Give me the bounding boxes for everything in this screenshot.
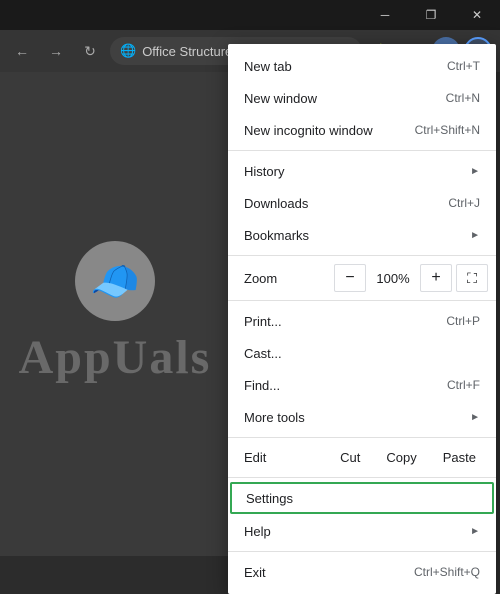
new-incognito-shortcut: Ctrl+Shift+N — [415, 123, 480, 137]
bookmarks-label: Bookmarks — [244, 228, 309, 243]
menu-item-history[interactable]: History ► — [228, 155, 496, 187]
print-shortcut: Ctrl+P — [446, 314, 480, 328]
watermark-logo: 🧢 — [75, 241, 155, 321]
new-window-label: New window — [244, 91, 317, 106]
close-button[interactable]: ✕ — [454, 0, 500, 30]
zoom-row: Zoom − 100% + ⛶ — [228, 260, 496, 296]
menu-item-more-tools[interactable]: More tools ► — [228, 401, 496, 433]
divider-2 — [228, 255, 496, 256]
menu-item-downloads[interactable]: Downloads Ctrl+J — [228, 187, 496, 219]
tab-favicon: 🌐 — [120, 43, 136, 59]
history-label: History — [244, 164, 284, 179]
menu-item-new-incognito[interactable]: New incognito window Ctrl+Shift+N — [228, 114, 496, 146]
refresh-button[interactable]: ↻ — [76, 37, 104, 65]
zoom-minus-button[interactable]: − — [334, 264, 366, 292]
divider-5 — [228, 477, 496, 478]
cut-button[interactable]: Cut — [328, 446, 372, 469]
context-menu: New tab Ctrl+T New window Ctrl+N New inc… — [228, 44, 496, 594]
back-button[interactable]: ← — [8, 37, 36, 65]
downloads-label: Downloads — [244, 196, 308, 211]
cast-label: Cast... — [244, 346, 282, 361]
help-label: Help — [244, 524, 271, 539]
zoom-fullscreen-button[interactable]: ⛶ — [456, 264, 488, 292]
edit-row: Edit Cut Copy Paste — [228, 442, 496, 473]
new-tab-shortcut: Ctrl+T — [447, 59, 480, 73]
find-label: Find... — [244, 378, 280, 393]
menu-item-find[interactable]: Find... Ctrl+F — [228, 369, 496, 401]
bookmarks-arrow: ► — [470, 230, 480, 241]
menu-item-cast[interactable]: Cast... — [228, 337, 496, 369]
watermark: 🧢 AppUals — [19, 241, 212, 387]
more-tools-label: More tools — [244, 410, 305, 425]
new-tab-label: New tab — [244, 59, 292, 74]
exit-label: Exit — [244, 565, 266, 580]
paste-button[interactable]: Paste — [431, 446, 488, 469]
forward-button[interactable]: → — [42, 37, 70, 65]
help-arrow: ► — [470, 526, 480, 537]
menu-item-settings[interactable]: Settings — [230, 482, 494, 514]
more-tools-arrow: ► — [470, 412, 480, 423]
find-shortcut: Ctrl+F — [447, 378, 480, 392]
title-bar-controls: ─ ❐ ✕ — [362, 0, 500, 30]
downloads-shortcut: Ctrl+J — [448, 196, 480, 210]
divider-6 — [228, 551, 496, 552]
divider-1 — [228, 150, 496, 151]
edit-label: Edit — [236, 450, 326, 465]
watermark-text: AppUals — [19, 329, 212, 387]
zoom-label: Zoom — [244, 271, 330, 286]
new-window-shortcut: Ctrl+N — [446, 91, 480, 105]
print-label: Print... — [244, 314, 282, 329]
menu-item-new-tab[interactable]: New tab Ctrl+T — [228, 50, 496, 82]
exit-shortcut: Ctrl+Shift+Q — [414, 565, 480, 579]
settings-label: Settings — [246, 491, 293, 506]
menu-item-print[interactable]: Print... Ctrl+P — [228, 305, 496, 337]
menu-item-new-window[interactable]: New window Ctrl+N — [228, 82, 496, 114]
copy-button[interactable]: Copy — [374, 446, 428, 469]
title-bar: ─ ❐ ✕ — [0, 0, 500, 30]
maximize-button[interactable]: ❐ — [408, 0, 454, 30]
page-background: 🧢 AppUals — [0, 72, 230, 556]
zoom-value: 100% — [370, 271, 416, 286]
zoom-plus-button[interactable]: + — [420, 264, 452, 292]
divider-4 — [228, 437, 496, 438]
menu-item-help[interactable]: Help ► — [228, 515, 496, 547]
minimize-button[interactable]: ─ — [362, 0, 408, 30]
menu-item-exit[interactable]: Exit Ctrl+Shift+Q — [228, 556, 496, 588]
divider-3 — [228, 300, 496, 301]
menu-item-bookmarks[interactable]: Bookmarks ► — [228, 219, 496, 251]
history-arrow: ► — [470, 166, 480, 177]
new-incognito-label: New incognito window — [244, 123, 373, 138]
